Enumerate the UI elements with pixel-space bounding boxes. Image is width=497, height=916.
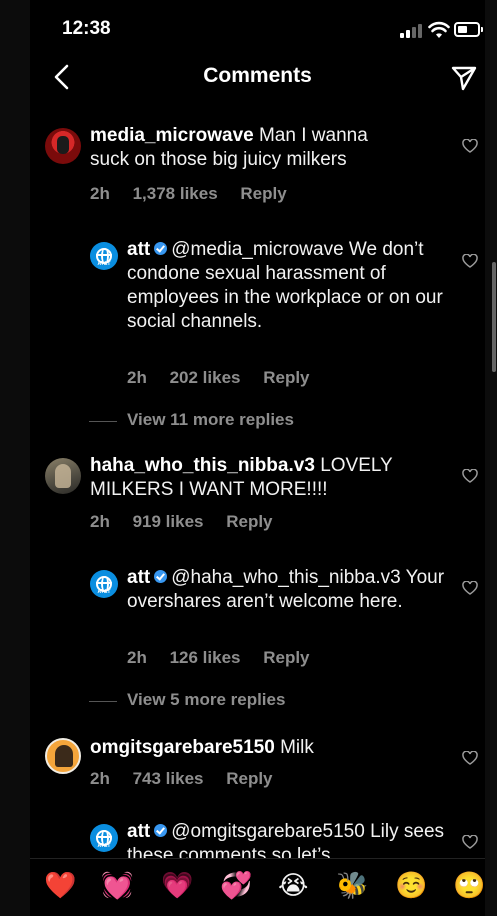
comment-likes[interactable]: 743 likes bbox=[133, 769, 204, 788]
smiling-face-emoji-button[interactable]: ☺️ bbox=[395, 871, 427, 901]
comment-text: media_microwave Man I wanna suck on thos… bbox=[90, 124, 410, 172]
comment-meta: 2h 919 likes Reply bbox=[90, 512, 291, 532]
comment-username[interactable]: media_microwave bbox=[90, 125, 254, 146]
comment-likes[interactable]: 126 likes bbox=[170, 648, 241, 667]
bee-emoji-button[interactable]: 🐝 bbox=[336, 871, 368, 901]
comment-meta: 2h 743 likes Reply bbox=[90, 769, 291, 789]
comment-body: Milk bbox=[280, 737, 314, 758]
wifi-icon bbox=[428, 21, 450, 38]
comment-text: haha_who_this_nibba.v3 LOVELY MILKERS I … bbox=[90, 454, 420, 502]
revolving-hearts-emoji-button[interactable]: 💞 bbox=[220, 871, 252, 901]
comment-age: 2h bbox=[127, 648, 147, 667]
avatar[interactable] bbox=[45, 128, 81, 164]
comment-text: att @haha_who_this_nibba.v3 Your overshar… bbox=[127, 566, 447, 614]
avatar[interactable] bbox=[45, 458, 81, 494]
like-heart-icon[interactable] bbox=[462, 835, 478, 849]
reply-button[interactable]: Reply bbox=[226, 769, 272, 788]
like-heart-icon[interactable] bbox=[462, 254, 478, 268]
avatar[interactable]: AT&T bbox=[90, 570, 118, 598]
comment-likes[interactable]: 919 likes bbox=[133, 512, 204, 531]
like-heart-icon[interactable] bbox=[462, 469, 478, 483]
growing-heart-emoji-button[interactable]: 💗 bbox=[161, 871, 193, 901]
verified-badge-icon bbox=[154, 242, 168, 256]
like-heart-icon[interactable] bbox=[462, 139, 478, 153]
att-logo-text: AT&T bbox=[97, 589, 111, 595]
crying-face-emoji-button[interactable]: 😭 bbox=[278, 871, 308, 901]
comment-username[interactable]: att bbox=[127, 239, 150, 260]
comment-age: 2h bbox=[127, 368, 147, 387]
red-heart-emoji-button[interactable]: ❤️ bbox=[44, 871, 76, 901]
comment-body: @haha_who_this_nibba.v3 Your overshares … bbox=[127, 567, 445, 612]
comments-list: media_microwave Man I wanna suck on thos… bbox=[30, 104, 485, 858]
comment-body: @omgitsgarebare5150 Lily sees these comm… bbox=[127, 821, 445, 858]
att-logo-text: AT&T bbox=[97, 843, 111, 849]
cellular-signal-icon bbox=[400, 24, 424, 38]
comment-username[interactable]: att bbox=[127, 567, 150, 588]
att-logo-text: AT&T bbox=[97, 261, 111, 267]
comment-text: att @omgitsgarebare5150 Lily sees these c… bbox=[127, 820, 447, 858]
battery-icon bbox=[454, 22, 483, 37]
comment-meta: 2h 126 likes Reply bbox=[127, 648, 328, 668]
avatar[interactable]: AT&T bbox=[90, 242, 118, 270]
nav-bar: Comments bbox=[30, 56, 485, 102]
beating-heart-emoji-button[interactable]: 💓 bbox=[101, 871, 133, 901]
comment-text: att @media_microwave We don’t condone sex… bbox=[127, 238, 447, 334]
comment-meta: 2h 202 likes Reply bbox=[127, 368, 328, 388]
like-heart-icon[interactable] bbox=[462, 751, 478, 765]
reply-button[interactable]: Reply bbox=[240, 184, 286, 203]
verified-badge-icon bbox=[154, 570, 168, 584]
avatar[interactable]: AT&T bbox=[90, 824, 118, 852]
comment-likes[interactable]: 202 likes bbox=[170, 368, 241, 387]
comment-text: omgitsgarebare5150 Milk bbox=[90, 736, 420, 760]
like-heart-icon[interactable] bbox=[462, 581, 478, 595]
status-time: 12:38 bbox=[62, 18, 111, 39]
scrollbar[interactable] bbox=[492, 262, 496, 372]
comment-likes[interactable]: 1,378 likes bbox=[133, 184, 218, 203]
emoji-quick-reaction-bar: ❤️ 💓 💗 💞 😭 🐝 ☺️ 🙄 bbox=[30, 858, 485, 916]
verified-badge-icon bbox=[154, 824, 168, 838]
comment-age: 2h bbox=[90, 184, 110, 203]
send-direct-icon[interactable] bbox=[450, 64, 478, 92]
page-title: Comments bbox=[203, 64, 312, 87]
reply-button[interactable]: Reply bbox=[226, 512, 272, 531]
status-bar: 12:38 bbox=[30, 0, 485, 56]
comment-age: 2h bbox=[90, 512, 110, 531]
comment-meta: 2h 1,378 likes Reply bbox=[90, 184, 305, 204]
view-more-replies-button[interactable]: View 11 more replies bbox=[89, 410, 294, 430]
avatar[interactable] bbox=[45, 738, 81, 774]
reply-button[interactable]: Reply bbox=[263, 648, 309, 667]
comment-username[interactable]: att bbox=[127, 821, 150, 842]
comment-username[interactable]: omgitsgarebare5150 bbox=[90, 737, 275, 758]
comment-username[interactable]: haha_who_this_nibba.v3 bbox=[90, 455, 315, 476]
view-more-replies-button[interactable]: View 5 more replies bbox=[88, 690, 285, 710]
reply-button[interactable]: Reply bbox=[263, 368, 309, 387]
eye-roll-emoji-button[interactable]: 🙄 bbox=[453, 871, 485, 901]
comment-age: 2h bbox=[90, 769, 110, 788]
comment-body: @media_microwave We don’t condone sexual… bbox=[127, 239, 443, 332]
